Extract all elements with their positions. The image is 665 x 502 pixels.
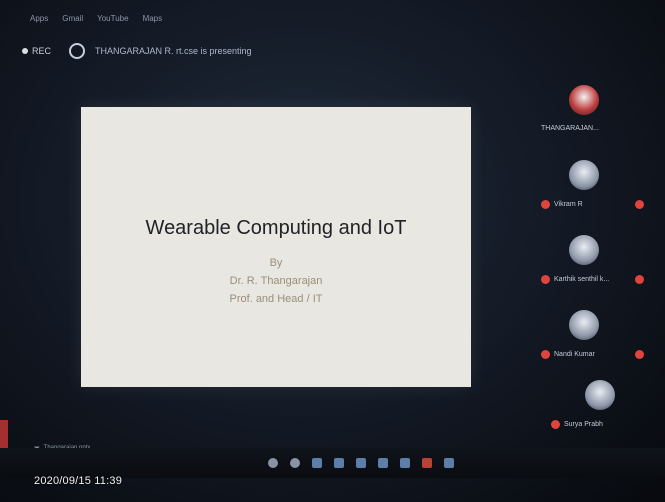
mic-muted-icon — [635, 275, 644, 284]
bookmark-youtube[interactable]: YouTube — [97, 14, 128, 28]
chrome-icon[interactable] — [444, 458, 454, 468]
edge-icon[interactable] — [312, 458, 322, 468]
mail-icon[interactable] — [378, 458, 388, 468]
task-view-icon[interactable] — [290, 458, 300, 468]
avatar — [569, 160, 599, 190]
participant-tile[interactable]: Surya Prabh — [535, 370, 665, 440]
participant-tile[interactable]: THANGARAJAN... — [535, 75, 665, 145]
avatar — [569, 235, 599, 265]
record-label: REC — [32, 46, 52, 56]
presenter-avatar — [69, 43, 86, 59]
mic-muted-icon — [551, 420, 560, 429]
shared-slide: Wearable Computing and IoT By Dr. R. Tha… — [81, 107, 471, 387]
participant-tile[interactable]: Nandi Kumar — [535, 300, 665, 370]
slide-author: Dr. R. Thangarajan — [229, 275, 323, 287]
record-dot-icon — [22, 48, 28, 54]
participant-name: Vikram R — [554, 201, 583, 208]
photo-timestamp: 2020/09/15 11:39 — [34, 475, 123, 487]
bookmark-apps[interactable]: Apps — [30, 14, 48, 28]
avatar — [585, 380, 615, 410]
slide-title: Wearable Computing and IoT — [145, 217, 407, 239]
search-icon[interactable] — [268, 458, 278, 468]
mic-muted-icon — [541, 200, 550, 209]
participant-name: Nandi Kumar — [554, 351, 595, 358]
participant-panel: THANGARAJAN... Vikram R Karthik senthil … — [535, 75, 665, 435]
participant-name: THANGARAJAN... — [541, 125, 599, 132]
explorer-icon[interactable] — [334, 458, 344, 468]
media-icon[interactable] — [422, 458, 432, 468]
mic-muted-icon — [635, 200, 644, 209]
app-icon[interactable] — [400, 458, 410, 468]
bookmark-gmail[interactable]: Gmail — [62, 14, 83, 28]
store-icon[interactable] — [356, 458, 366, 468]
participant-tile[interactable]: Vikram R — [535, 150, 665, 220]
avatar — [569, 310, 599, 340]
taskbar-icons — [268, 458, 454, 468]
slide-role: Prof. and Head / IT — [229, 293, 323, 305]
mic-muted-icon — [541, 275, 550, 284]
bookmarks-bar: Apps Gmail YouTube Maps — [30, 14, 162, 28]
participant-name: Karthik senthil k... — [554, 276, 610, 283]
presenter-status: THANGARAJAN R. rt.cse is presenting — [95, 46, 252, 56]
participant-name: Surya Prabh — [564, 421, 603, 428]
mic-muted-icon — [541, 350, 550, 359]
slide-by: By — [269, 257, 283, 269]
participant-tile[interactable]: Karthik senthil k... — [535, 225, 665, 295]
mic-muted-icon — [635, 350, 644, 359]
meeting-top-bar: REC THANGARAJAN R. rt.cse is presenting — [22, 40, 252, 62]
avatar — [569, 85, 599, 115]
recording-indicator: REC — [22, 46, 51, 56]
bookmark-maps[interactable]: Maps — [143, 14, 163, 28]
